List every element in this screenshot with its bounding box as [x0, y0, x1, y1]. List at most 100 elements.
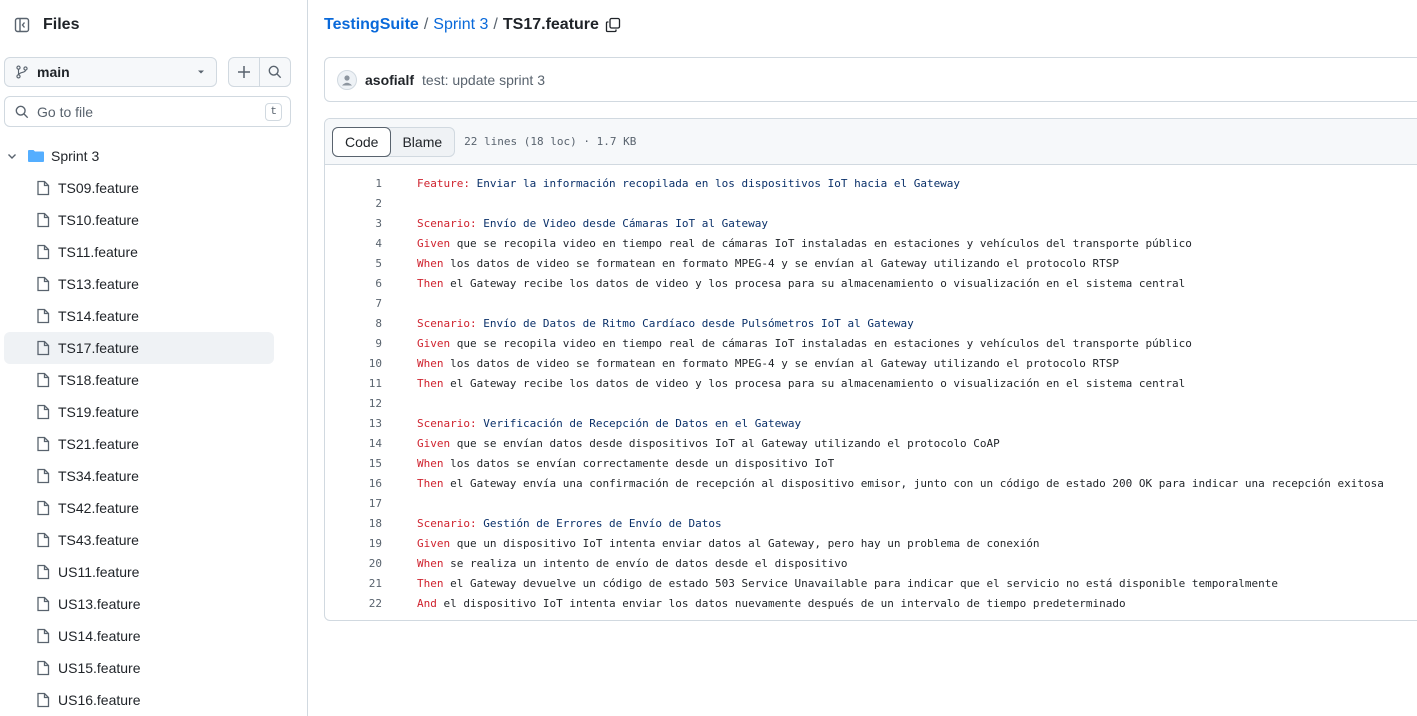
file-icon	[37, 628, 50, 644]
line-number[interactable]: 14	[325, 437, 382, 450]
line-number[interactable]: 17	[325, 497, 382, 510]
breadcrumb-folder-link[interactable]: Sprint 3	[433, 16, 488, 34]
file-item[interactable]: US14.feature	[4, 620, 274, 652]
line-number[interactable]: 8	[325, 317, 382, 330]
breadcrumb-current-file: TS17.feature	[502, 16, 599, 33]
line-number[interactable]: 18	[325, 517, 382, 530]
file-name: TS18.feature	[58, 372, 139, 388]
gherkin-keyword: Scenario:	[417, 216, 477, 230]
line-number[interactable]: 4	[325, 237, 382, 250]
file-item[interactable]: US15.feature	[4, 652, 274, 684]
commit-message[interactable]: test: update sprint 3	[422, 72, 545, 88]
line-number[interactable]: 3	[325, 217, 382, 230]
line-number[interactable]: 21	[325, 577, 382, 590]
line-text: los datos de video se formatean en forma…	[443, 256, 1120, 270]
line-number[interactable]: 12	[325, 397, 382, 410]
file-item[interactable]: TS14.feature	[4, 300, 274, 332]
breadcrumb-separator: /	[423, 16, 429, 33]
line-content: Then el Gateway devuelve un código de es…	[417, 577, 1278, 590]
line-text: Envío de Datos de Ritmo Cardíaco desde P…	[476, 316, 914, 330]
file-item[interactable]: TS11.feature	[4, 236, 274, 268]
file-item[interactable]: TS09.feature	[4, 172, 274, 204]
line-content: Scenario: Gestión de Errores de Envío de…	[417, 517, 722, 530]
line-content: Given que se envían datos desde disposit…	[417, 437, 1000, 450]
file-item[interactable]: TS43.feature	[4, 524, 274, 556]
git-branch-icon	[16, 65, 28, 79]
go-to-file-field[interactable]: t	[4, 96, 291, 127]
line-number[interactable]: 7	[325, 297, 382, 310]
folder-sprint-3[interactable]: Sprint 3	[0, 140, 307, 172]
line-text: que un dispositivo IoT intenta enviar da…	[450, 536, 1040, 550]
file-icon	[37, 340, 50, 356]
file-icon	[37, 372, 50, 388]
line-content: Scenario: Envío de Video desde Cámaras I…	[417, 217, 768, 230]
line-number[interactable]: 16	[325, 477, 382, 490]
line-number[interactable]: 6	[325, 277, 382, 290]
breadcrumb-separator: /	[493, 16, 498, 33]
line-number[interactable]: 9	[325, 337, 382, 350]
line-text: los datos de video se formatean en forma…	[443, 356, 1120, 370]
plus-icon	[238, 66, 250, 78]
branch-selector[interactable]: main	[4, 57, 217, 87]
line-text: que se envían datos desde dispositivos I…	[450, 436, 1000, 450]
file-name: TS43.feature	[58, 532, 139, 548]
add-file-button[interactable]	[229, 58, 259, 86]
file-item[interactable]: TS34.feature	[4, 460, 274, 492]
line-number[interactable]: 1	[325, 177, 382, 190]
file-item[interactable]: TS13.feature	[4, 268, 274, 300]
code-viewer-header: Code Blame 22 lines (18 loc) · 1.7 KB	[325, 119, 1417, 165]
triangle-down-icon	[198, 70, 204, 74]
avatar[interactable]	[337, 69, 357, 90]
breadcrumb-repo-link[interactable]: TestingSuite	[324, 16, 419, 34]
line-text: los datos se envían correctamente desde …	[443, 456, 835, 470]
code-line: 20 When se realiza un intento de envío de…	[325, 553, 1417, 573]
tab-blame[interactable]: Blame	[390, 128, 454, 156]
file-item[interactable]: TS18.feature	[4, 364, 274, 396]
go-to-file-input[interactable]	[37, 103, 266, 120]
file-item[interactable]: TS10.feature	[4, 204, 274, 236]
line-text: el Gateway recibe los datos de video y l…	[443, 276, 1186, 290]
file-name: TS42.feature	[58, 500, 139, 516]
line-content: Feature: Enviar la información recopilad…	[417, 177, 960, 190]
file-name: TS10.feature	[58, 212, 139, 228]
chevron-down-icon	[8, 154, 16, 159]
line-number[interactable]: 22	[325, 597, 382, 610]
code-line: 11 Then el Gateway recibe los datos de vi…	[325, 373, 1417, 393]
line-content: Scenario: Envío de Datos de Ritmo Cardía…	[417, 317, 914, 330]
code-line: 6 Then el Gateway recibe los datos de vid…	[325, 273, 1417, 293]
file-icon	[37, 692, 50, 708]
collapse-sidebar-button[interactable]	[8, 11, 36, 39]
line-number[interactable]: 5	[325, 257, 382, 270]
tab-code[interactable]: Code	[332, 126, 392, 157]
file-item[interactable]: US16.feature	[4, 684, 274, 716]
line-number[interactable]: 19	[325, 537, 382, 550]
line-number[interactable]: 15	[325, 457, 382, 470]
line-number[interactable]: 10	[325, 357, 382, 370]
commit-author[interactable]: asofialf	[365, 72, 414, 88]
line-content: When los datos de video se formatean en …	[417, 357, 1119, 370]
file-name: US14.feature	[58, 628, 141, 644]
file-item[interactable]: TS19.feature	[4, 396, 274, 428]
copy-path-button[interactable]	[605, 17, 621, 33]
file-item[interactable]: TS21.feature	[4, 428, 274, 460]
file-icon	[37, 500, 50, 516]
line-number[interactable]: 13	[325, 417, 382, 430]
line-content: Scenario: Verificación de Recepción de D…	[417, 417, 801, 430]
file-icon	[37, 660, 50, 676]
gherkin-keyword: When	[417, 256, 444, 270]
search-button[interactable]	[259, 58, 290, 86]
line-number[interactable]: 11	[325, 377, 382, 390]
line-number[interactable]: 20	[325, 557, 382, 570]
search-icon	[268, 65, 282, 79]
file-item[interactable]: TS17.feature	[4, 332, 274, 364]
file-item[interactable]: US11.feature	[4, 556, 274, 588]
line-text: Envío de Video desde Cámaras IoT al Gate…	[476, 216, 769, 230]
file-icon	[37, 532, 50, 548]
file-item[interactable]: US13.feature	[4, 588, 274, 620]
file-name: TS13.feature	[58, 276, 139, 292]
file-name: TS11.feature	[58, 244, 138, 260]
file-item[interactable]: TS42.feature	[4, 492, 274, 524]
line-number[interactable]: 2	[325, 197, 382, 210]
code-line: 2	[325, 193, 1417, 213]
file-name: TS21.feature	[58, 436, 139, 452]
